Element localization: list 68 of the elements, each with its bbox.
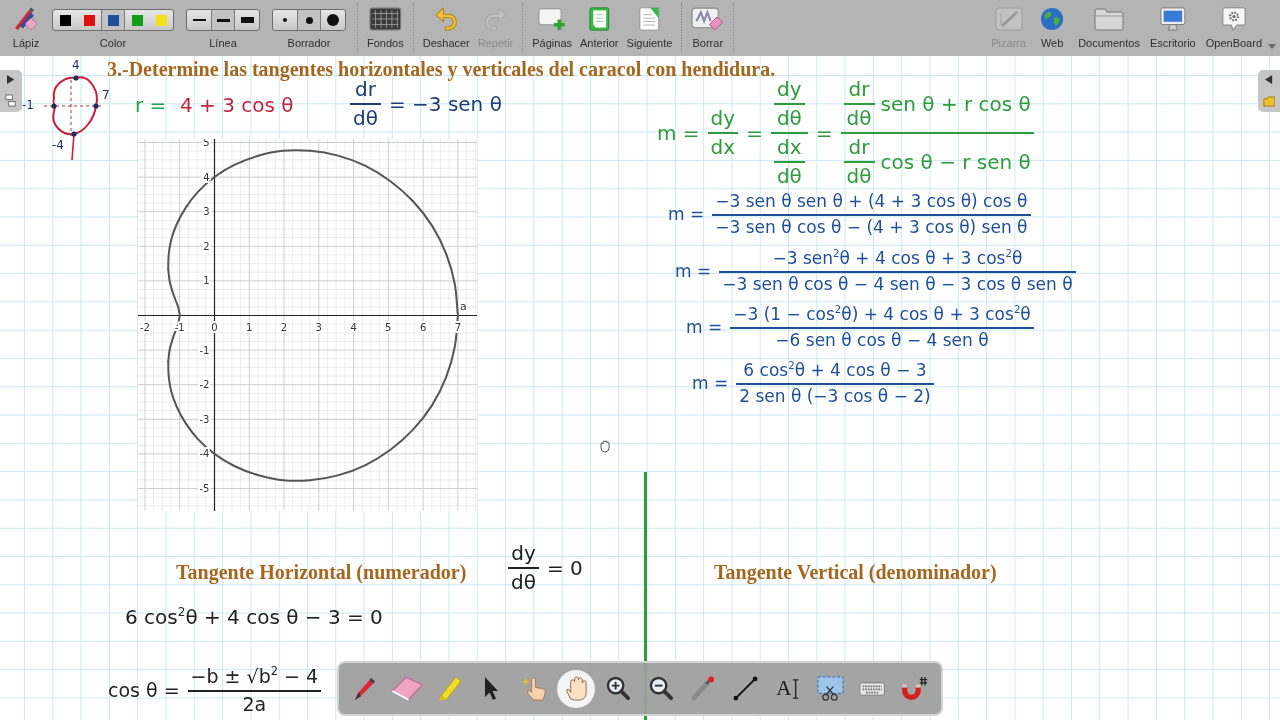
equation-term: m = [668, 204, 705, 225]
equation-term: −3 (1 − cos$^{2}$θ) + 4 cos θ + 3 cos$^{2}$θ [733, 305, 1031, 325]
axis-tick-label: -5 [199, 483, 210, 494]
equation-term: = −3 sen θ [388, 92, 502, 116]
axis-tick-label: 0 [211, 321, 218, 333]
sketch-label: 7 [102, 88, 110, 102]
axis-tick-label: 4 [203, 171, 210, 183]
equation-term: sen θ + r cos θ [880, 92, 1031, 116]
axis-tick-label: 5 [385, 321, 392, 333]
axis-tick-label: -2 [140, 321, 150, 333]
equation-term: dθ [511, 571, 536, 594]
equation-term: dθ [776, 165, 802, 188]
equation-term: dθ [353, 107, 378, 130]
axis-tick-label: -4 [199, 448, 210, 460]
equation-term: m = [675, 261, 712, 282]
equation-term: = [815, 121, 833, 145]
sketch-label: -4 [52, 138, 64, 152]
equation-term: −3 sen θ cos θ − 4 sen θ − 3 cos θ sen θ [722, 274, 1073, 295]
task-title: 3.-Determine las tangentes horizontales y verticales del caracol con hendidura. [107, 58, 776, 81]
equation-term: dθ [776, 107, 802, 130]
equation-term: 2 sen θ (−3 cos θ − 2) [739, 386, 931, 407]
equation-term: m = [686, 317, 723, 338]
point-label: a [459, 299, 467, 313]
equation-term: r = [135, 94, 167, 117]
axis-tick-label: 1 [246, 321, 253, 333]
sketch-label: 4 [72, 58, 80, 72]
axis-tick-label: 5 [203, 139, 210, 148]
equation-term: 6 cos$^{2}$θ + 4 cos θ − 3 = 0 [125, 606, 383, 629]
equation-term: dx [710, 136, 736, 159]
group-label: Borrador [287, 37, 331, 50]
equation-term: cos θ = [108, 679, 180, 702]
axis-tick-label: 1 [203, 275, 210, 287]
equation-term: −3 sen θ sen θ + (4 + 3 cos θ) cos θ [715, 192, 1028, 212]
axis-tick-label: 6 [419, 321, 427, 333]
equation-term: −3 sen θ cos θ − (4 + 3 cos θ) sen θ [715, 217, 1028, 238]
axis-tick-label: 3 [203, 206, 210, 218]
equation-term: dθ [846, 165, 872, 188]
group-label: Línea [209, 37, 237, 50]
equation-term: cos θ − r sen θ [880, 150, 1031, 174]
equation-term: −3 sen$^{2}$θ + 4 cos θ + 3 cos$^{2}$θ [772, 249, 1023, 269]
axis-tick-label: 4 [350, 321, 357, 333]
axis-tick-label: 3 [315, 321, 322, 333]
equation-term: m = [657, 121, 700, 145]
sketch-label: -1 [22, 98, 34, 112]
equation-term: dr [848, 136, 870, 159]
equation-term: −6 sen θ cos θ − 4 sen θ [775, 330, 989, 351]
axis-tick-label: -3 [199, 413, 210, 425]
equation-term: 6 cos$^{2}$θ + 4 cos θ − 3 [743, 361, 927, 381]
axis-tick-label: 2 [203, 240, 210, 252]
equation-term: −b ± √b$^{2}$ − 4 [190, 666, 319, 688]
equation-term: m = [692, 373, 729, 394]
equation-term: dx [777, 136, 802, 159]
equation-term: dy [710, 107, 736, 130]
equation-term: = [746, 121, 763, 145]
group-label: Color [99, 37, 127, 50]
equation-term: dy [777, 78, 802, 101]
equation-term: dr [848, 78, 870, 101]
equation-term: = 0 [546, 556, 583, 580]
axis-tick-label: -2 [199, 379, 210, 391]
equation-term: 4 + 3 cos θ [180, 94, 294, 117]
section-heading: Tangente Vertical (denominador) [714, 561, 997, 584]
equation-term: dr [355, 78, 376, 101]
equation-term: dθ [846, 107, 872, 130]
axis-tick-label: -1 [199, 344, 210, 356]
axis-tick-label: 2 [280, 321, 288, 333]
section-heading: Tangente Horizontal (numerador) [176, 561, 467, 584]
equation-term: dy [511, 542, 536, 565]
equation-term: 2a [242, 693, 267, 716]
